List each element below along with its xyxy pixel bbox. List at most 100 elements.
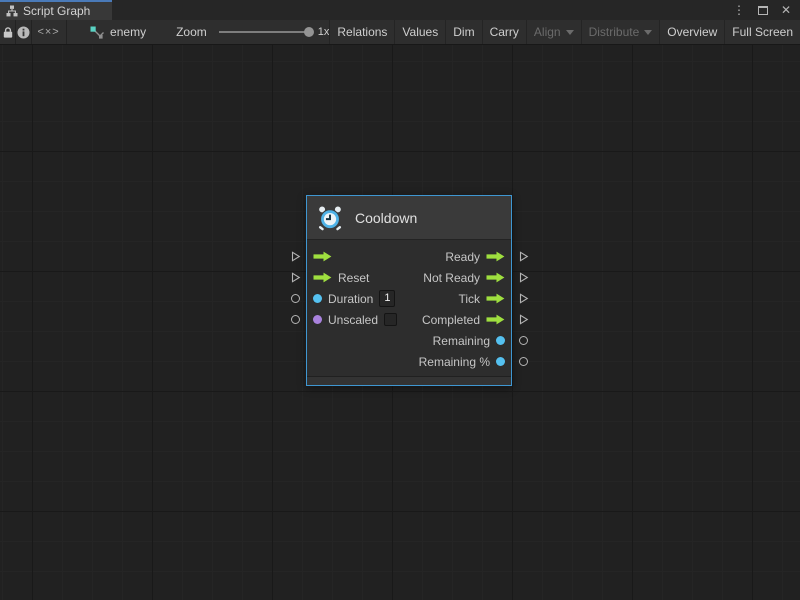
port-group-outputs: Tick (458, 292, 505, 306)
toolbar-button-align: Align (526, 20, 581, 44)
port-label: Tick (458, 292, 480, 306)
external-flow-port-icon[interactable] (518, 272, 529, 283)
external-flow-port-icon[interactable] (518, 293, 529, 304)
external-flow-port-icon[interactable] (518, 314, 529, 325)
toolbar-button-carry[interactable]: Carry (482, 20, 526, 44)
chevron-down-icon (644, 30, 652, 35)
toolbar-button-overview[interactable]: Overview (659, 20, 724, 44)
external-value-port-icon[interactable] (519, 357, 528, 366)
external-flow-port-icon[interactable] (518, 251, 529, 262)
port-label: Not Ready (423, 271, 480, 285)
external-port-slot (516, 351, 530, 372)
code-icon: <×> (37, 26, 59, 38)
close-icon[interactable]: ✕ (781, 4, 791, 16)
breadcrumb[interactable]: enemy (90, 25, 146, 39)
port-group-inputs: Duration 1 (313, 290, 395, 307)
menu-icon[interactable]: ⋮ (733, 4, 745, 16)
toolbar-button-values[interactable]: Values (394, 20, 445, 44)
flow-port-arrow-icon[interactable] (486, 251, 505, 262)
toolbar-separator (66, 20, 67, 44)
tab-bar: Script Graph ⋮ ✕ (0, 0, 800, 20)
external-port-slot (288, 267, 302, 288)
maximize-icon[interactable] (758, 6, 768, 15)
tab-title: Script Graph (23, 4, 90, 18)
flow-port-arrow-icon[interactable] (313, 272, 332, 283)
script-graph-window: Script Graph ⋮ ✕ (0, 0, 800, 600)
node-header[interactable]: Cooldown (307, 196, 511, 240)
flow-port-arrow-icon[interactable] (486, 272, 505, 283)
node-port-row: Remaining (307, 330, 511, 351)
duration-value-field[interactable]: 1 (379, 290, 395, 307)
value-port-dot-icon[interactable] (313, 315, 322, 324)
toolbar-button-relations[interactable]: Relations (329, 20, 394, 44)
node-footer (307, 376, 511, 385)
flow-port-arrow-icon[interactable] (486, 314, 505, 325)
chevron-down-icon (566, 30, 574, 35)
external-port-slot (288, 309, 302, 330)
external-value-port-icon[interactable] (519, 336, 528, 345)
node-title: Cooldown (355, 210, 417, 226)
external-port-slot (288, 330, 302, 351)
external-port-slot (516, 267, 530, 288)
toolbar-button-dim[interactable]: Dim (445, 20, 481, 44)
node-port-row: Unscaled Completed (307, 309, 511, 330)
lock-icon (2, 26, 14, 39)
graph-toolbar: <×> enemy Zoom 1x Relations Values Dim Carr… (0, 20, 800, 45)
zoom-control: Zoom 1x (176, 25, 329, 39)
port-label: Duration (328, 292, 373, 306)
node-ports: Ready Reset Not Ready Duration 1 Tick Unscaled… (307, 240, 511, 376)
zoom-slider-handle[interactable] (304, 27, 314, 37)
cooldown-node[interactable]: Cooldown Ready Reset Not Ready Duration 1 Tic… (306, 195, 512, 386)
code-preview-button[interactable]: <×> (32, 20, 66, 44)
unscaled-checkbox[interactable] (384, 313, 397, 326)
node-port-row: Ready (307, 246, 511, 267)
zoom-value: 1x (318, 26, 330, 38)
port-group-inputs: Unscaled (313, 313, 397, 327)
port-group-outputs: Ready (445, 250, 505, 264)
zoom-slider-track[interactable] (219, 31, 309, 33)
toolbar-button-label: Carry (490, 25, 519, 39)
external-flow-port-icon[interactable] (290, 272, 301, 283)
toolbar-button-full-screen[interactable]: Full Screen (724, 20, 800, 44)
graph-name-label: enemy (110, 25, 146, 39)
toolbar-button-label: Align (534, 25, 561, 39)
port-label: Completed (422, 313, 480, 327)
port-group-outputs: Not Ready (423, 271, 505, 285)
graph-asset-icon (90, 26, 105, 39)
port-group-inputs: Reset (313, 271, 369, 285)
value-port-dot-icon[interactable] (313, 294, 322, 303)
external-port-slot (288, 288, 302, 309)
toolbar-button-distribute: Distribute (581, 20, 660, 44)
node-port-row: Reset Not Ready (307, 267, 511, 288)
toolbar-button-label: Full Screen (732, 25, 793, 39)
port-label: Remaining % (419, 355, 490, 369)
lock-button[interactable] (0, 20, 15, 44)
hierarchy-icon (6, 5, 18, 17)
info-button[interactable] (16, 20, 31, 44)
external-value-port-icon[interactable] (291, 294, 300, 303)
node-port-row: Duration 1 Tick (307, 288, 511, 309)
external-port-slot (516, 288, 530, 309)
flow-port-arrow-icon[interactable] (313, 251, 332, 262)
port-group-inputs (313, 251, 332, 262)
toolbar-button-group: Relations Values Dim Carry Align Distribute Ov… (329, 20, 800, 44)
external-flow-port-icon[interactable] (290, 251, 301, 262)
external-port-slot (288, 351, 302, 372)
port-group-outputs: Remaining (433, 334, 505, 348)
external-port-slot (516, 330, 530, 351)
value-port-dot-icon[interactable] (496, 336, 505, 345)
toolbar-button-label: Values (402, 25, 438, 39)
value-port-dot-icon[interactable] (496, 357, 505, 366)
external-ports-right (516, 246, 530, 372)
port-label: Reset (338, 271, 369, 285)
toolbar-button-label: Distribute (589, 25, 640, 39)
external-ports-left (288, 246, 302, 372)
window-controls: ⋮ ✕ (733, 0, 800, 20)
tab-script-graph[interactable]: Script Graph (0, 0, 112, 20)
toolbar-button-label: Dim (453, 25, 474, 39)
alarm-clock-icon (316, 204, 344, 232)
port-label: Unscaled (328, 313, 378, 327)
flow-port-arrow-icon[interactable] (486, 293, 505, 304)
external-value-port-icon[interactable] (291, 315, 300, 324)
port-label: Ready (445, 250, 480, 264)
